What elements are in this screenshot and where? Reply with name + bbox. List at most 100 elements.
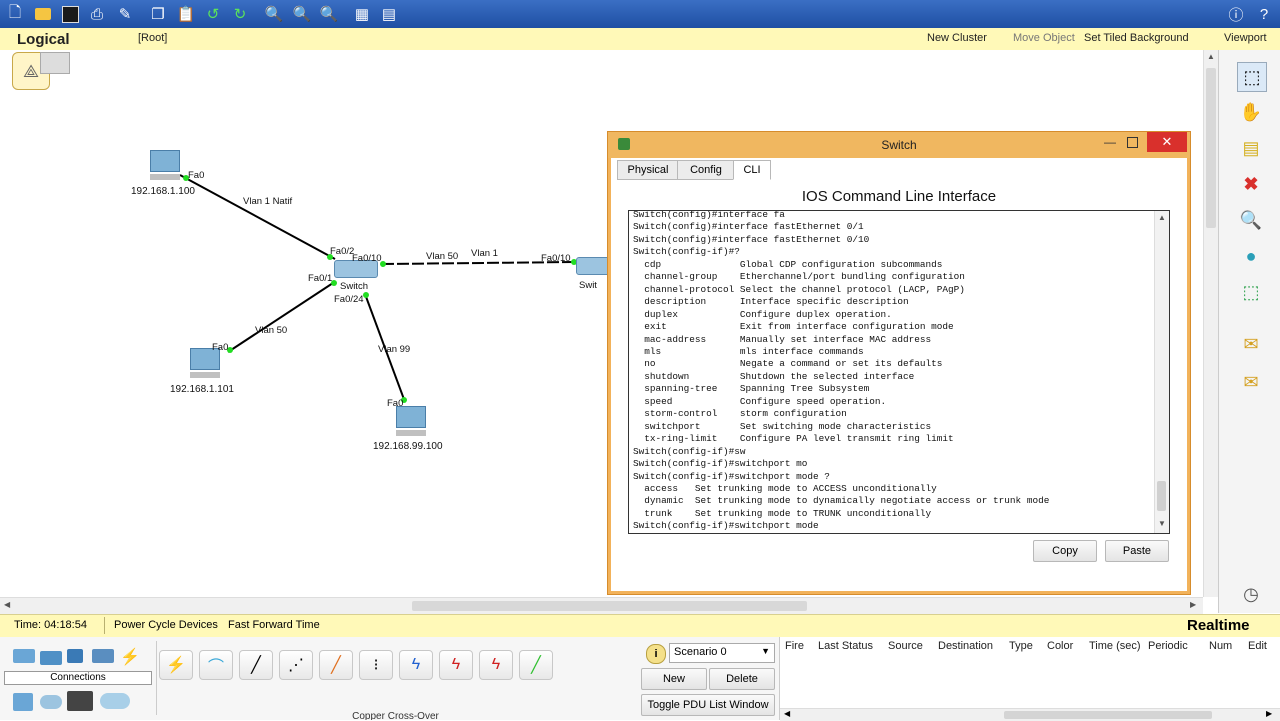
- scroll-thumb[interactable]: [412, 601, 807, 611]
- phone-cable-icon[interactable]: ⁝: [359, 650, 393, 680]
- switch2-port-label: Fa0/10: [541, 253, 571, 264]
- link-label: Vlan 1: [471, 248, 498, 259]
- cli-heading: IOS Command Line Interface: [801, 188, 997, 205]
- copy-button[interactable]: Copy: [1033, 540, 1097, 562]
- switch1-port-label: Fa0/1: [308, 273, 333, 284]
- scroll-thumb[interactable]: [1206, 68, 1216, 228]
- copy-icon[interactable]: ❐: [147, 3, 169, 25]
- redo-icon[interactable]: ↻: [229, 3, 251, 25]
- resize-shape-icon[interactable]: ⬚: [1237, 278, 1265, 306]
- link-label: Vlan 50: [255, 325, 288, 336]
- tab-physical[interactable]: Physical: [617, 160, 679, 180]
- scenario-select[interactable]: Scenario 0 ▼: [669, 643, 775, 663]
- workspace-vertical-scrollbar[interactable]: ▲: [1203, 50, 1219, 597]
- routers-category-icon[interactable]: [13, 649, 35, 663]
- copper-straight-icon[interactable]: ╱: [239, 650, 273, 680]
- end-devices-category-icon[interactable]: [13, 693, 33, 711]
- draw-shape-icon[interactable]: ●: [1237, 242, 1265, 270]
- multiuser-category-icon[interactable]: [100, 693, 130, 709]
- pdu-list: Fire Last Status Source Destination Type…: [779, 637, 1280, 721]
- viewport-button[interactable]: Viewport: [1224, 32, 1267, 44]
- minimize-icon[interactable]: —: [1104, 135, 1116, 149]
- pdu-header: Source: [888, 640, 923, 652]
- note-icon[interactable]: ▤: [1237, 134, 1265, 162]
- window-title-bar[interactable]: Switch — ✕: [608, 132, 1190, 158]
- connections-label: Connections: [4, 671, 152, 685]
- wireless-category-icon[interactable]: [92, 649, 114, 663]
- pc3-icon[interactable]: [396, 406, 426, 436]
- serial-dce-icon[interactable]: ϟ: [439, 650, 473, 680]
- fiber-cable-icon[interactable]: ╱: [319, 650, 353, 680]
- switch1-name-label: Switch: [340, 281, 368, 292]
- activity-wizard-icon[interactable]: ✎: [114, 3, 136, 25]
- save-icon[interactable]: [59, 3, 81, 25]
- add-complex-pdu-icon[interactable]: ✉: [1237, 368, 1265, 396]
- pdu-header: Time (sec): [1089, 640, 1141, 652]
- copper-cross-over-icon[interactable]: ⋰: [279, 650, 313, 680]
- inspect-icon[interactable]: 🔍: [1237, 206, 1265, 234]
- coaxial-cable-icon[interactable]: ϟ: [399, 650, 433, 680]
- cli-vertical-scrollbar[interactable]: ▲ ▼: [1154, 211, 1169, 533]
- pdu-header: Periodic: [1148, 640, 1188, 652]
- pdu-horizontal-scrollbar[interactable]: ◀ ▶: [780, 708, 1280, 721]
- console-cable-icon[interactable]: ⌒: [199, 650, 233, 680]
- toggle-pdu-list-button[interactable]: Toggle PDU List Window: [641, 694, 775, 716]
- select-icon[interactable]: ⬚: [1237, 62, 1267, 92]
- new-file-icon[interactable]: 🗋: [4, 3, 26, 25]
- new-scenario-button[interactable]: New: [641, 668, 707, 690]
- undo-icon[interactable]: ↺: [202, 3, 224, 25]
- paste-icon[interactable]: 📋: [175, 3, 197, 25]
- link-label: Vlan 1 Natif: [243, 196, 293, 207]
- info-icon[interactable]: ⓘ: [1225, 3, 1247, 25]
- auto-connection-icon[interactable]: ⚡: [159, 650, 193, 680]
- connections-category-icon[interactable]: ⚡: [120, 647, 142, 666]
- paste-button[interactable]: Paste: [1105, 540, 1169, 562]
- open-folder-icon[interactable]: [32, 3, 54, 25]
- cable-type-label: Copper Cross-Over: [352, 711, 439, 720]
- hubs-category-icon[interactable]: [67, 649, 83, 663]
- pc1-icon[interactable]: [150, 150, 180, 180]
- fast-forward-button[interactable]: Fast Forward Time: [228, 619, 320, 631]
- pdu-header: Fire: [785, 640, 804, 652]
- custom-devices-category-icon[interactable]: [67, 691, 93, 711]
- scenario-info-icon[interactable]: i: [646, 644, 666, 664]
- custom-device-icon[interactable]: ▤: [378, 3, 400, 25]
- switches-category-icon[interactable]: [40, 651, 62, 665]
- close-icon[interactable]: ✕: [1147, 132, 1187, 152]
- main-toolbar: 🗋 ⎙ ✎ ❐ 📋 ↺ ↻ 🔍 🔍 🔍 ▦ ▤ ⓘ ?: [0, 0, 1280, 28]
- delete-icon[interactable]: ✖: [1237, 170, 1265, 198]
- help-icon[interactable]: ?: [1253, 3, 1275, 25]
- realtime-mode-label[interactable]: Realtime: [1187, 617, 1250, 634]
- realtime-clock-icon[interactable]: ◷: [1237, 580, 1265, 608]
- tab-cli[interactable]: CLI: [733, 160, 771, 180]
- tab-config[interactable]: Config: [677, 160, 735, 180]
- new-cluster-button[interactable]: New Cluster: [927, 32, 987, 44]
- scroll-thumb[interactable]: [1157, 481, 1166, 511]
- power-cycle-button[interactable]: Power Cycle Devices: [114, 619, 218, 631]
- palette-icon[interactable]: ▦: [351, 3, 373, 25]
- add-simple-pdu-icon[interactable]: ✉: [1237, 330, 1265, 358]
- delete-scenario-button[interactable]: Delete: [709, 668, 775, 690]
- cli-terminal[interactable]: Switch(config)#interface fa Switch(confi…: [628, 210, 1170, 534]
- link-pc1-switch: [179, 174, 336, 260]
- pdu-header: Last Status: [818, 640, 874, 652]
- serial-dte-icon[interactable]: ϟ: [479, 650, 513, 680]
- zoom-in-icon[interactable]: 🔍: [263, 3, 285, 25]
- zoom-reset-icon[interactable]: 🔍: [291, 3, 313, 25]
- link-label: Vlan 50: [426, 251, 459, 262]
- wan-emulation-category-icon[interactable]: [40, 695, 62, 709]
- workspace-horizontal-scrollbar[interactable]: ◀ ▶: [0, 597, 1203, 614]
- root-label[interactable]: [Root]: [138, 32, 167, 44]
- print-icon[interactable]: ⎙: [86, 3, 108, 25]
- common-tools-bar: ⬚ ✋ ▤ ✖ 🔍 ● ⬚ ✉ ✉ ◷: [1218, 50, 1280, 613]
- zoom-out-icon[interactable]: 🔍: [318, 3, 340, 25]
- bottom-panel: ⚡ Connections ⚡ ⌒ ╱ ⋰ ╱ ⁝ ϟ ϟ ϟ ╱ Copper…: [0, 637, 1280, 721]
- link-light: [363, 292, 369, 298]
- inspect-hand-icon[interactable]: ✋: [1237, 98, 1265, 126]
- logical-mode-label[interactable]: Logical: [17, 31, 70, 48]
- set-tiled-background-button[interactable]: Set Tiled Background: [1084, 32, 1189, 44]
- pdu-header: Destination: [938, 640, 994, 652]
- octal-cable-icon[interactable]: ╱: [519, 650, 553, 680]
- move-object-button[interactable]: Move Object: [1013, 32, 1075, 44]
- maximize-icon[interactable]: [1127, 137, 1138, 148]
